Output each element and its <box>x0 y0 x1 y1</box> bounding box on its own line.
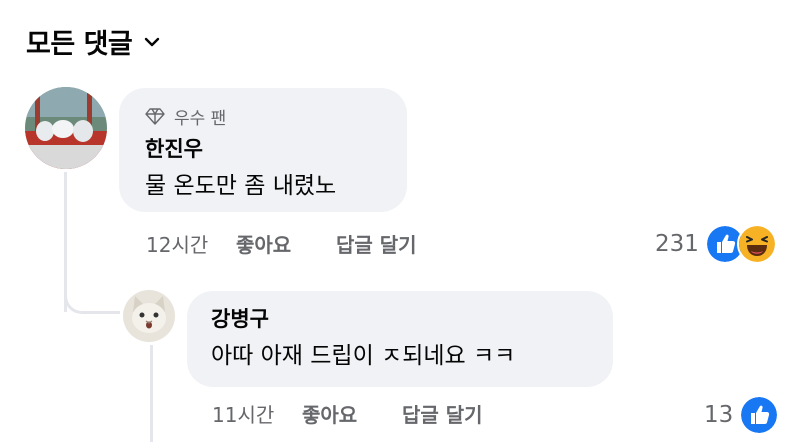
reply-button[interactable]: 답글 달기 <box>336 229 417 258</box>
comment-author[interactable]: 강병구 <box>211 306 613 332</box>
reply-bubble[interactable]: 강병구 아따 아재 드립이 ㅈ되네요 ㅋㅋ <box>187 291 613 387</box>
reply-button[interactable]: 답글 달기 <box>402 399 483 428</box>
comment-actions: 11시간 좋아요 답글 달기 <box>212 399 483 428</box>
comment-author[interactable]: 한진우 <box>145 136 407 162</box>
reply-thread-line <box>150 345 153 442</box>
like-button[interactable]: 좋아요 <box>236 229 336 258</box>
avatar[interactable] <box>123 290 175 342</box>
comment-filter-label: 모든 댓글 <box>26 29 133 60</box>
reaction-count: 13 <box>704 402 734 428</box>
badge-label: 우수 팬 <box>174 108 227 129</box>
comment-time[interactable]: 12시간 <box>146 229 236 258</box>
avatar-image <box>123 290 175 342</box>
avatar[interactable] <box>25 87 107 169</box>
reaction-summary[interactable]: 231 <box>655 224 777 264</box>
avatar-image <box>25 87 107 169</box>
haha-icon <box>736 224 777 264</box>
reaction-count: 231 <box>655 231 699 257</box>
comment-bubble[interactable]: 우수 팬 한진우 물 온도만 좀 내렸노 <box>119 88 407 212</box>
like-button[interactable]: 좋아요 <box>302 399 402 428</box>
comment-actions: 12시간 좋아요 답글 달기 <box>146 229 417 258</box>
comment-text: 아따 아재 드립이 ㅈ되네요 ㅋㅋ <box>211 343 516 369</box>
chevron-down-icon <box>145 37 160 46</box>
top-fan-badge[interactable]: 우수 팬 <box>145 104 407 129</box>
comment-filter[interactable]: 모든 댓글 <box>26 22 162 61</box>
comment-time[interactable]: 11시간 <box>212 399 302 428</box>
reaction-summary[interactable]: 13 <box>704 395 780 435</box>
comment-text: 물 온도만 좀 내렸노 <box>145 173 337 199</box>
diamond-icon <box>145 108 165 125</box>
like-icon <box>739 395 780 435</box>
thread-connector <box>64 270 120 314</box>
